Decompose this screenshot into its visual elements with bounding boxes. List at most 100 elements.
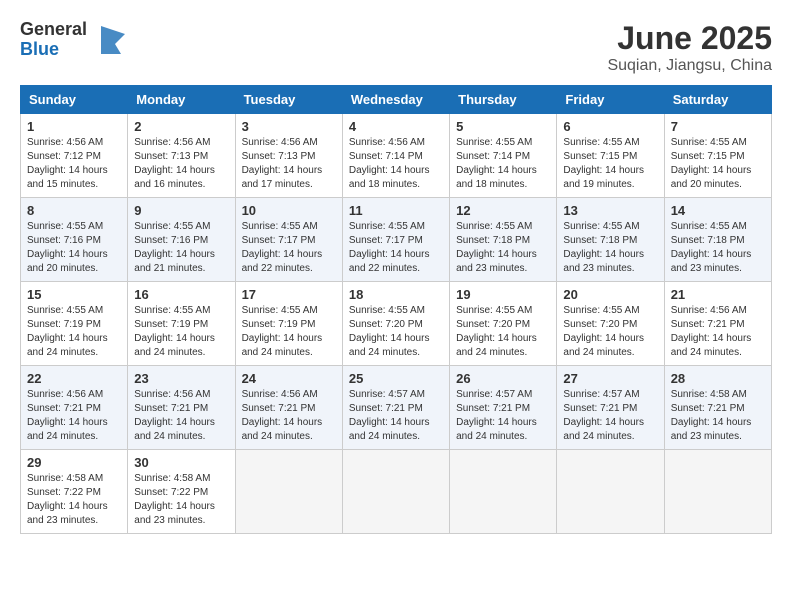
calendar-cell: 9 Sunrise: 4:55 AMSunset: 7:16 PMDayligh… <box>128 198 235 282</box>
cell-info: Sunrise: 4:55 AMSunset: 7:15 PMDaylight:… <box>671 137 752 190</box>
page-header: General Blue June 2025 Suqian, Jiangsu, … <box>20 20 772 75</box>
cell-info: Sunrise: 4:58 AMSunset: 7:21 PMDaylight:… <box>671 389 752 442</box>
day-number: 2 <box>134 119 228 134</box>
cell-info: Sunrise: 4:55 AMSunset: 7:17 PMDaylight:… <box>242 221 323 274</box>
day-number: 17 <box>242 287 336 302</box>
calendar-cell: 27 Sunrise: 4:57 AMSunset: 7:21 PMDaylig… <box>557 366 664 450</box>
day-number: 18 <box>349 287 443 302</box>
calendar-cell: 21 Sunrise: 4:56 AMSunset: 7:21 PMDaylig… <box>664 282 771 366</box>
day-number: 28 <box>671 371 765 386</box>
calendar-cell <box>450 450 557 534</box>
title-block: June 2025 Suqian, Jiangsu, China <box>607 20 772 75</box>
cell-info: Sunrise: 4:55 AMSunset: 7:16 PMDaylight:… <box>27 221 108 274</box>
cell-info: Sunrise: 4:56 AMSunset: 7:21 PMDaylight:… <box>671 305 752 358</box>
calendar-cell <box>342 450 449 534</box>
calendar-cell: 25 Sunrise: 4:57 AMSunset: 7:21 PMDaylig… <box>342 366 449 450</box>
calendar-cell: 24 Sunrise: 4:56 AMSunset: 7:21 PMDaylig… <box>235 366 342 450</box>
cell-info: Sunrise: 4:57 AMSunset: 7:21 PMDaylight:… <box>456 389 537 442</box>
calendar-cell: 17 Sunrise: 4:55 AMSunset: 7:19 PMDaylig… <box>235 282 342 366</box>
calendar-cell: 4 Sunrise: 4:56 AMSunset: 7:14 PMDayligh… <box>342 114 449 198</box>
calendar-title: June 2025 <box>607 20 772 57</box>
day-number: 13 <box>563 203 657 218</box>
cell-info: Sunrise: 4:58 AMSunset: 7:22 PMDaylight:… <box>27 473 108 526</box>
calendar-week-row: 15 Sunrise: 4:55 AMSunset: 7:19 PMDaylig… <box>21 282 772 366</box>
cell-info: Sunrise: 4:55 AMSunset: 7:17 PMDaylight:… <box>349 221 430 274</box>
cell-info: Sunrise: 4:56 AMSunset: 7:21 PMDaylight:… <box>27 389 108 442</box>
cell-info: Sunrise: 4:58 AMSunset: 7:22 PMDaylight:… <box>134 473 215 526</box>
day-number: 5 <box>456 119 550 134</box>
day-number: 26 <box>456 371 550 386</box>
calendar-cell: 30 Sunrise: 4:58 AMSunset: 7:22 PMDaylig… <box>128 450 235 534</box>
cell-info: Sunrise: 4:55 AMSunset: 7:16 PMDaylight:… <box>134 221 215 274</box>
day-number: 8 <box>27 203 121 218</box>
cell-info: Sunrise: 4:56 AMSunset: 7:21 PMDaylight:… <box>134 389 215 442</box>
cell-info: Sunrise: 4:55 AMSunset: 7:14 PMDaylight:… <box>456 137 537 190</box>
calendar-cell: 15 Sunrise: 4:55 AMSunset: 7:19 PMDaylig… <box>21 282 128 366</box>
cell-info: Sunrise: 4:56 AMSunset: 7:14 PMDaylight:… <box>349 137 430 190</box>
calendar-cell: 22 Sunrise: 4:56 AMSunset: 7:21 PMDaylig… <box>21 366 128 450</box>
calendar-cell: 28 Sunrise: 4:58 AMSunset: 7:21 PMDaylig… <box>664 366 771 450</box>
calendar-cell: 7 Sunrise: 4:55 AMSunset: 7:15 PMDayligh… <box>664 114 771 198</box>
calendar-subtitle: Suqian, Jiangsu, China <box>607 57 772 75</box>
cell-info: Sunrise: 4:55 AMSunset: 7:19 PMDaylight:… <box>242 305 323 358</box>
day-number: 24 <box>242 371 336 386</box>
cell-info: Sunrise: 4:55 AMSunset: 7:18 PMDaylight:… <box>671 221 752 274</box>
day-number: 3 <box>242 119 336 134</box>
day-number: 10 <box>242 203 336 218</box>
day-number: 1 <box>27 119 121 134</box>
calendar-cell: 20 Sunrise: 4:55 AMSunset: 7:20 PMDaylig… <box>557 282 664 366</box>
calendar-cell <box>557 450 664 534</box>
column-header-wednesday: Wednesday <box>342 86 449 114</box>
cell-info: Sunrise: 4:56 AMSunset: 7:13 PMDaylight:… <box>134 137 215 190</box>
day-number: 4 <box>349 119 443 134</box>
column-header-friday: Friday <box>557 86 664 114</box>
cell-info: Sunrise: 4:57 AMSunset: 7:21 PMDaylight:… <box>349 389 430 442</box>
calendar-cell: 3 Sunrise: 4:56 AMSunset: 7:13 PMDayligh… <box>235 114 342 198</box>
calendar-cell <box>235 450 342 534</box>
cell-info: Sunrise: 4:55 AMSunset: 7:20 PMDaylight:… <box>563 305 644 358</box>
column-header-tuesday: Tuesday <box>235 86 342 114</box>
cell-info: Sunrise: 4:55 AMSunset: 7:18 PMDaylight:… <box>456 221 537 274</box>
day-number: 23 <box>134 371 228 386</box>
logo-blue-text: Blue <box>20 40 87 60</box>
day-number: 14 <box>671 203 765 218</box>
calendar-cell: 11 Sunrise: 4:55 AMSunset: 7:17 PMDaylig… <box>342 198 449 282</box>
column-header-saturday: Saturday <box>664 86 771 114</box>
calendar-cell: 18 Sunrise: 4:55 AMSunset: 7:20 PMDaylig… <box>342 282 449 366</box>
day-number: 15 <box>27 287 121 302</box>
calendar-cell: 2 Sunrise: 4:56 AMSunset: 7:13 PMDayligh… <box>128 114 235 198</box>
cell-info: Sunrise: 4:55 AMSunset: 7:19 PMDaylight:… <box>134 305 215 358</box>
calendar-cell: 1 Sunrise: 4:56 AMSunset: 7:12 PMDayligh… <box>21 114 128 198</box>
calendar-cell: 26 Sunrise: 4:57 AMSunset: 7:21 PMDaylig… <box>450 366 557 450</box>
calendar-table: SundayMondayTuesdayWednesdayThursdayFrid… <box>20 85 772 534</box>
calendar-cell: 16 Sunrise: 4:55 AMSunset: 7:19 PMDaylig… <box>128 282 235 366</box>
cell-info: Sunrise: 4:55 AMSunset: 7:20 PMDaylight:… <box>349 305 430 358</box>
day-number: 6 <box>563 119 657 134</box>
calendar-week-row: 22 Sunrise: 4:56 AMSunset: 7:21 PMDaylig… <box>21 366 772 450</box>
calendar-week-row: 1 Sunrise: 4:56 AMSunset: 7:12 PMDayligh… <box>21 114 772 198</box>
calendar-cell: 14 Sunrise: 4:55 AMSunset: 7:18 PMDaylig… <box>664 198 771 282</box>
calendar-cell: 13 Sunrise: 4:55 AMSunset: 7:18 PMDaylig… <box>557 198 664 282</box>
day-number: 20 <box>563 287 657 302</box>
column-header-thursday: Thursday <box>450 86 557 114</box>
logo-flag-icon <box>97 24 129 56</box>
day-number: 7 <box>671 119 765 134</box>
day-number: 22 <box>27 371 121 386</box>
logo-general-text: General <box>20 20 87 40</box>
calendar-cell: 5 Sunrise: 4:55 AMSunset: 7:14 PMDayligh… <box>450 114 557 198</box>
day-number: 19 <box>456 287 550 302</box>
column-header-sunday: Sunday <box>21 86 128 114</box>
cell-info: Sunrise: 4:56 AMSunset: 7:21 PMDaylight:… <box>242 389 323 442</box>
day-number: 21 <box>671 287 765 302</box>
day-number: 12 <box>456 203 550 218</box>
calendar-cell: 29 Sunrise: 4:58 AMSunset: 7:22 PMDaylig… <box>21 450 128 534</box>
day-number: 30 <box>134 455 228 470</box>
day-number: 16 <box>134 287 228 302</box>
calendar-cell: 23 Sunrise: 4:56 AMSunset: 7:21 PMDaylig… <box>128 366 235 450</box>
calendar-cell: 10 Sunrise: 4:55 AMSunset: 7:17 PMDaylig… <box>235 198 342 282</box>
cell-info: Sunrise: 4:55 AMSunset: 7:18 PMDaylight:… <box>563 221 644 274</box>
calendar-cell: 12 Sunrise: 4:55 AMSunset: 7:18 PMDaylig… <box>450 198 557 282</box>
day-number: 25 <box>349 371 443 386</box>
calendar-week-row: 29 Sunrise: 4:58 AMSunset: 7:22 PMDaylig… <box>21 450 772 534</box>
day-number: 27 <box>563 371 657 386</box>
